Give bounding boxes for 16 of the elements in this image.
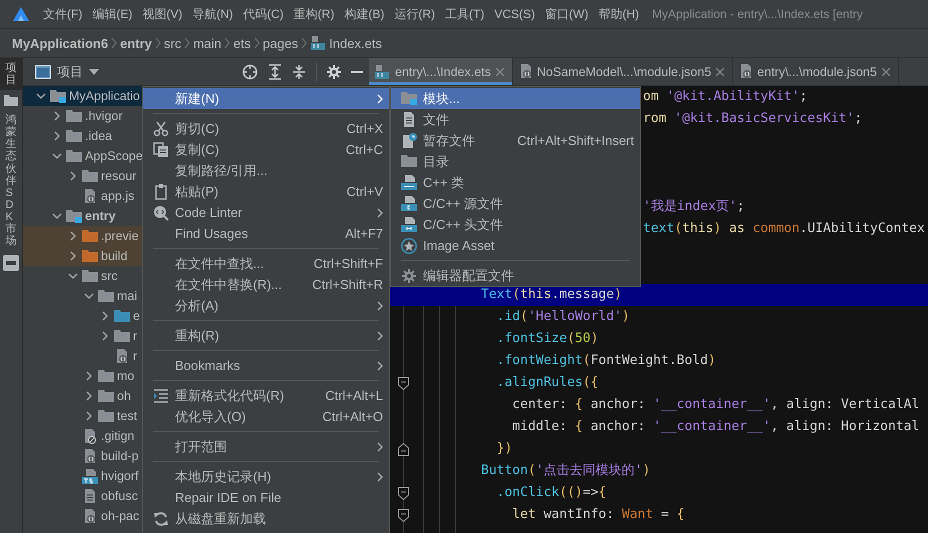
window-title: MyApplication - entry\...\Index.ets [entry [652,7,863,21]
code-line: '我是index页'; [643,198,745,216]
code-line: center: { anchor: '__container__', align: VerticalAl [512,396,920,414]
code-line: Button('点击去同模块的') [481,462,650,480]
code-line: rom '@kit.BasicServicesKit'; [643,110,862,128]
code-line: .id('HelloWorld') [496,308,630,326]
code-line: .onClick(()=>{ [496,484,606,502]
code-line: middle: { anchor: '__container__', align: Horizontal [512,418,920,436]
code-line: .fontSize(50) [496,330,598,348]
code-line: .fontWeight(FontWeight.Bold) [496,352,716,370]
code-line: .alignRules({ [496,374,598,392]
code-line: text(this) as common.UIAbilityContex [643,220,925,238]
code-line: om '@kit.AbilityKit'; [643,88,808,106]
code-line: }) [496,440,512,458]
code-line: let wantInfo: Want = { [512,506,685,524]
code-line: Text(this.message) [481,286,622,304]
